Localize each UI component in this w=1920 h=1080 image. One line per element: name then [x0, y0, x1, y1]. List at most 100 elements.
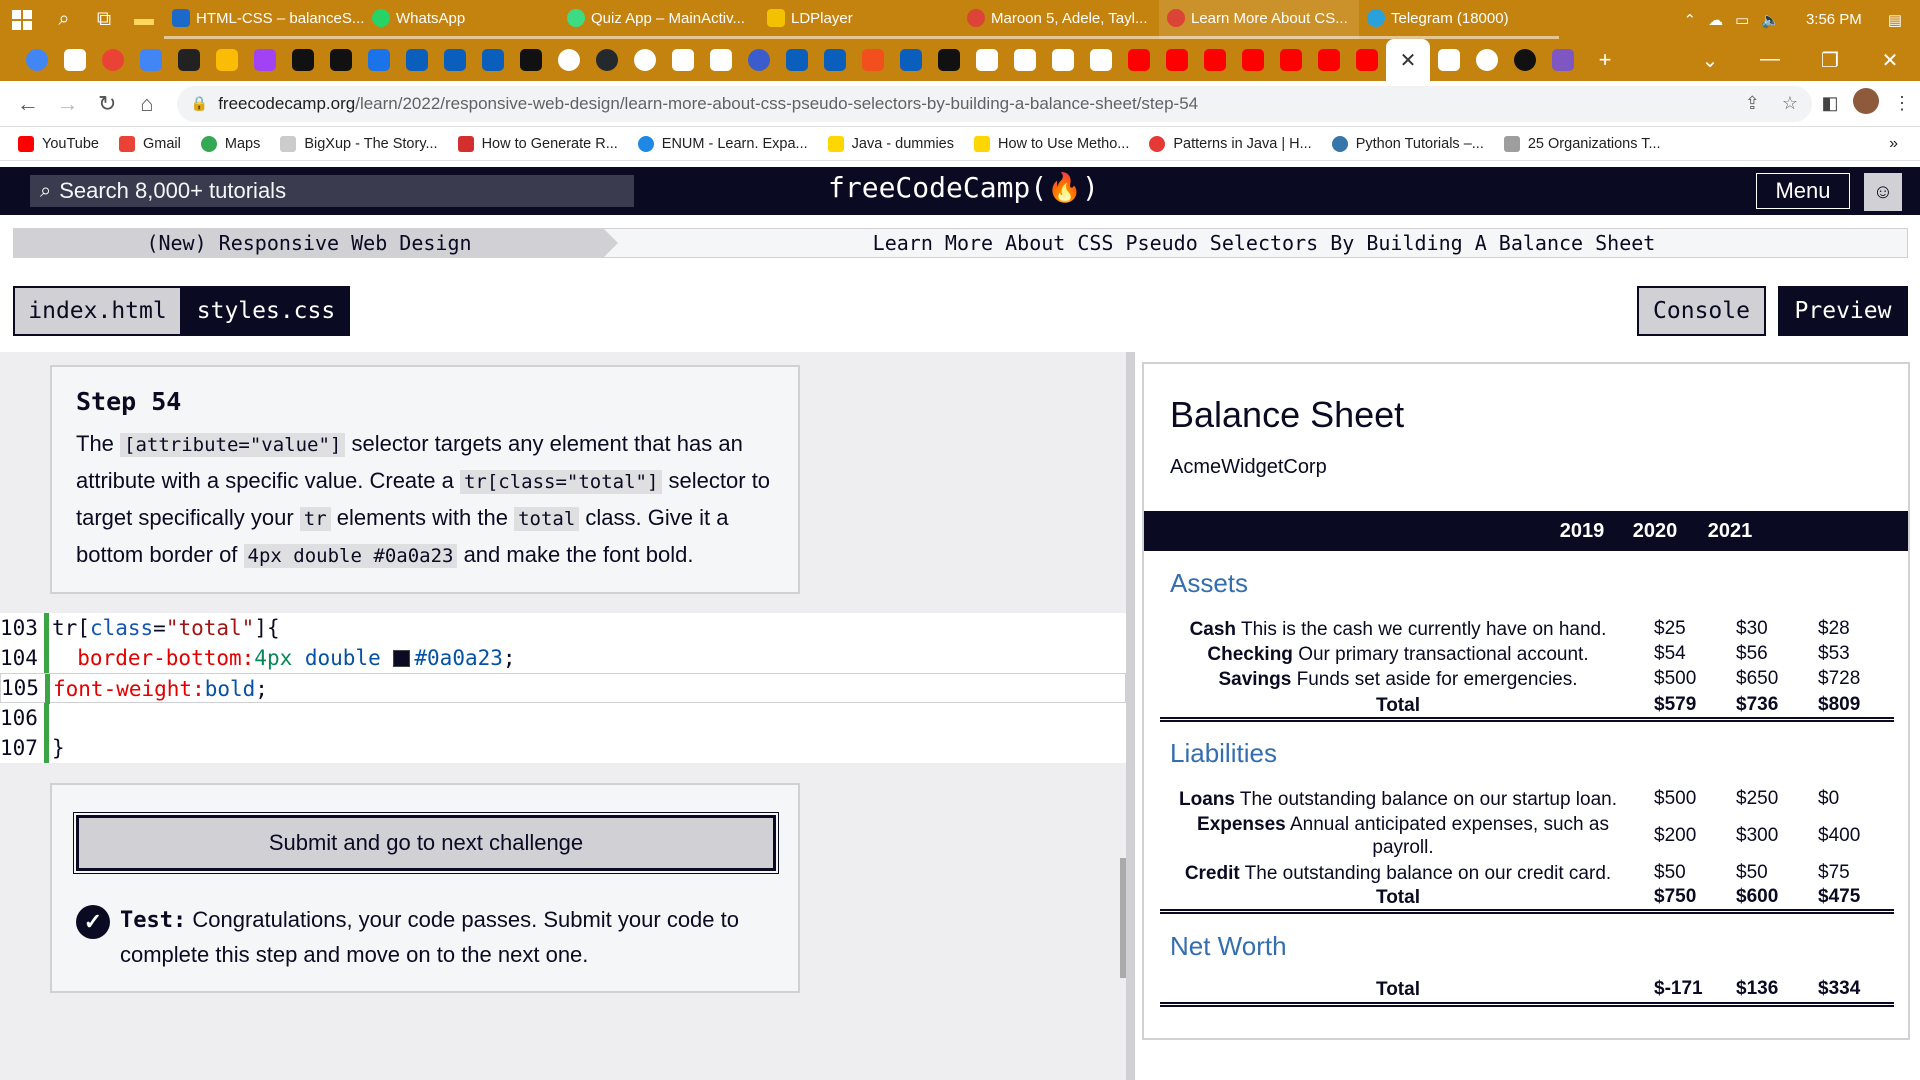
taskbar-app-ldplayer[interactable]: LDPlayer [759, 0, 959, 39]
preview-button[interactable]: Preview [1778, 286, 1908, 336]
pinned-tab[interactable] [816, 39, 854, 81]
taskbar-app-chrome-fcc[interactable]: Learn More About CS... [1159, 0, 1359, 39]
notifications-icon[interactable]: ▤ [1888, 11, 1902, 29]
scrollbar-thumb[interactable] [1120, 858, 1126, 978]
bookmark-maps[interactable]: Maps [200, 135, 260, 152]
bookmark-generate[interactable]: How to Generate R... [457, 135, 618, 152]
more-menu-icon[interactable]: ⋮ [1884, 93, 1920, 114]
bookmark-python[interactable]: Python Tutorials –... [1331, 135, 1484, 152]
pinned-tab[interactable] [1310, 39, 1348, 81]
forward-icon[interactable]: → [48, 91, 88, 117]
clock[interactable]: 3:56 PM [1806, 11, 1862, 28]
pane-divider[interactable] [1126, 352, 1135, 1080]
bookmark-enum[interactable]: ENUM - Learn. Expa... [637, 135, 808, 152]
back-icon[interactable]: ← [8, 91, 48, 117]
breadcrumb-project[interactable]: Learn More About CSS Pseudo Selectors By… [624, 229, 1904, 257]
search-icon[interactable]: ⌕ [44, 0, 84, 39]
fcc-logo[interactable]: freeCodeCamp(🔥) [828, 171, 1099, 204]
pinned-tab[interactable] [1348, 39, 1386, 81]
file-explorer-icon[interactable]: ▬ [124, 0, 164, 39]
pinned-tab[interactable] [1158, 39, 1196, 81]
pinned-tab[interactable] [740, 39, 778, 81]
battery-icon[interactable]: ▭ [1735, 11, 1749, 29]
address-bar[interactable]: 🔒 freecodecamp.org/learn/2022/responsive… [176, 85, 1813, 122]
pinned-tab[interactable] [892, 39, 930, 81]
code-text[interactable]: tr[class="total"]{ [52, 616, 280, 640]
windows-start-button[interactable] [0, 0, 44, 39]
pinned-tab[interactable] [1430, 39, 1468, 81]
cloud-icon[interactable]: ☁ [1708, 11, 1723, 29]
bookmark-java-dummies[interactable]: Java - dummies [827, 135, 954, 152]
taskbar-app-webstorm[interactable]: HTML-CSS – balanceS... [164, 0, 364, 39]
new-tab-button[interactable]: + [1582, 47, 1628, 73]
active-tab-close[interactable]: ✕ [1386, 39, 1430, 81]
taskbar-app-telegram[interactable]: Telegram (18000) [1359, 0, 1559, 39]
menu-button[interactable]: Menu [1756, 173, 1850, 209]
pinned-tab[interactable] [1468, 39, 1506, 81]
lock-icon[interactable]: 🔒 [191, 95, 208, 112]
close-icon[interactable]: ✕ [1400, 48, 1417, 73]
minimize-icon[interactable]: — [1740, 48, 1800, 73]
code-text[interactable]: font-weight:bold; [53, 677, 268, 701]
side-panel-icon[interactable]: ◧ [1812, 93, 1848, 114]
submit-button[interactable]: Submit and go to next challenge [73, 812, 779, 874]
pinned-tab[interactable] [1234, 39, 1272, 81]
color-swatch[interactable] [393, 650, 411, 667]
bookmark-organizations[interactable]: 25 Organizations T... [1503, 135, 1661, 152]
pinned-tab[interactable] [18, 39, 56, 81]
task-view-icon[interactable]: ⧉ [84, 0, 124, 39]
code-line-active[interactable]: 105 font-weight:bold; [0, 673, 1126, 704]
code-editor[interactable]: 103 tr[class="total"]{ 104 border-bottom… [0, 613, 1126, 763]
pinned-tab[interactable] [930, 39, 968, 81]
pinned-tab[interactable] [1006, 39, 1044, 81]
taskbar-app-whatsapp[interactable]: WhatsApp [364, 0, 559, 39]
pinned-tab[interactable] [1544, 39, 1582, 81]
pinned-tab[interactable] [94, 39, 132, 81]
code-line[interactable]: 104 border-bottom:4px double #0a0a23; [0, 643, 1126, 673]
pinned-tab[interactable] [246, 39, 284, 81]
pinned-tab[interactable] [360, 39, 398, 81]
profile-avatar[interactable] [1848, 88, 1884, 119]
pinned-tab[interactable] [664, 39, 702, 81]
pinned-tab[interactable] [588, 39, 626, 81]
bookmark-youtube[interactable]: YouTube [18, 135, 99, 152]
code-line[interactable]: 103 tr[class="total"]{ [0, 613, 1126, 643]
code-text[interactable]: } [52, 736, 65, 760]
pinned-tab[interactable] [56, 39, 94, 81]
pinned-tab[interactable] [474, 39, 512, 81]
pinned-tab[interactable] [1506, 39, 1544, 81]
preview-pane[interactable]: Balance Sheet AcmeWidgetCorp 2019 2020 2… [1142, 362, 1910, 1040]
console-button[interactable]: Console [1637, 286, 1766, 336]
pinned-tab[interactable] [1196, 39, 1234, 81]
pinned-tab[interactable] [1044, 39, 1082, 81]
window-close-icon[interactable]: ✕ [1860, 48, 1920, 73]
pinned-tab[interactable] [208, 39, 246, 81]
pinned-tab[interactable] [854, 39, 892, 81]
chevron-up-icon[interactable]: ⌃ [1683, 11, 1696, 29]
speaker-icon[interactable]: 🔈 [1761, 11, 1780, 29]
pinned-tab[interactable] [702, 39, 740, 81]
pinned-tab[interactable] [550, 39, 588, 81]
pinned-tab[interactable] [1272, 39, 1310, 81]
pinned-tab[interactable] [436, 39, 474, 81]
pinned-tab[interactable] [170, 39, 208, 81]
taskbar-app-android-studio[interactable]: Quiz App – MainActiv... [559, 0, 759, 39]
pinned-tab[interactable] [1120, 39, 1158, 81]
share-icon[interactable]: ⇪ [1745, 93, 1760, 114]
taskbar-app-chrome-music[interactable]: Maroon 5, Adele, Tayl... [959, 0, 1159, 39]
bookmark-methods[interactable]: How to Use Metho... [973, 135, 1129, 152]
search-input[interactable]: ⌕ Search 8,000+ tutorials [30, 175, 634, 207]
reload-icon[interactable]: ↻ [87, 91, 127, 117]
pinned-tab[interactable] [284, 39, 322, 81]
bookmark-star-icon[interactable]: ☆ [1782, 93, 1798, 114]
restore-icon[interactable]: ❐ [1800, 48, 1860, 73]
user-avatar[interactable]: ☺ [1864, 173, 1902, 211]
tab-search-icon[interactable]: ⌄ [1680, 48, 1740, 73]
pinned-tab[interactable] [1082, 39, 1120, 81]
pinned-tab[interactable] [626, 39, 664, 81]
pinned-tab[interactable] [512, 39, 550, 81]
code-line[interactable]: 106 [0, 703, 1126, 733]
tab-styles-css[interactable]: styles.css [182, 286, 350, 336]
pinned-tab[interactable] [778, 39, 816, 81]
pinned-tab[interactable] [132, 39, 170, 81]
